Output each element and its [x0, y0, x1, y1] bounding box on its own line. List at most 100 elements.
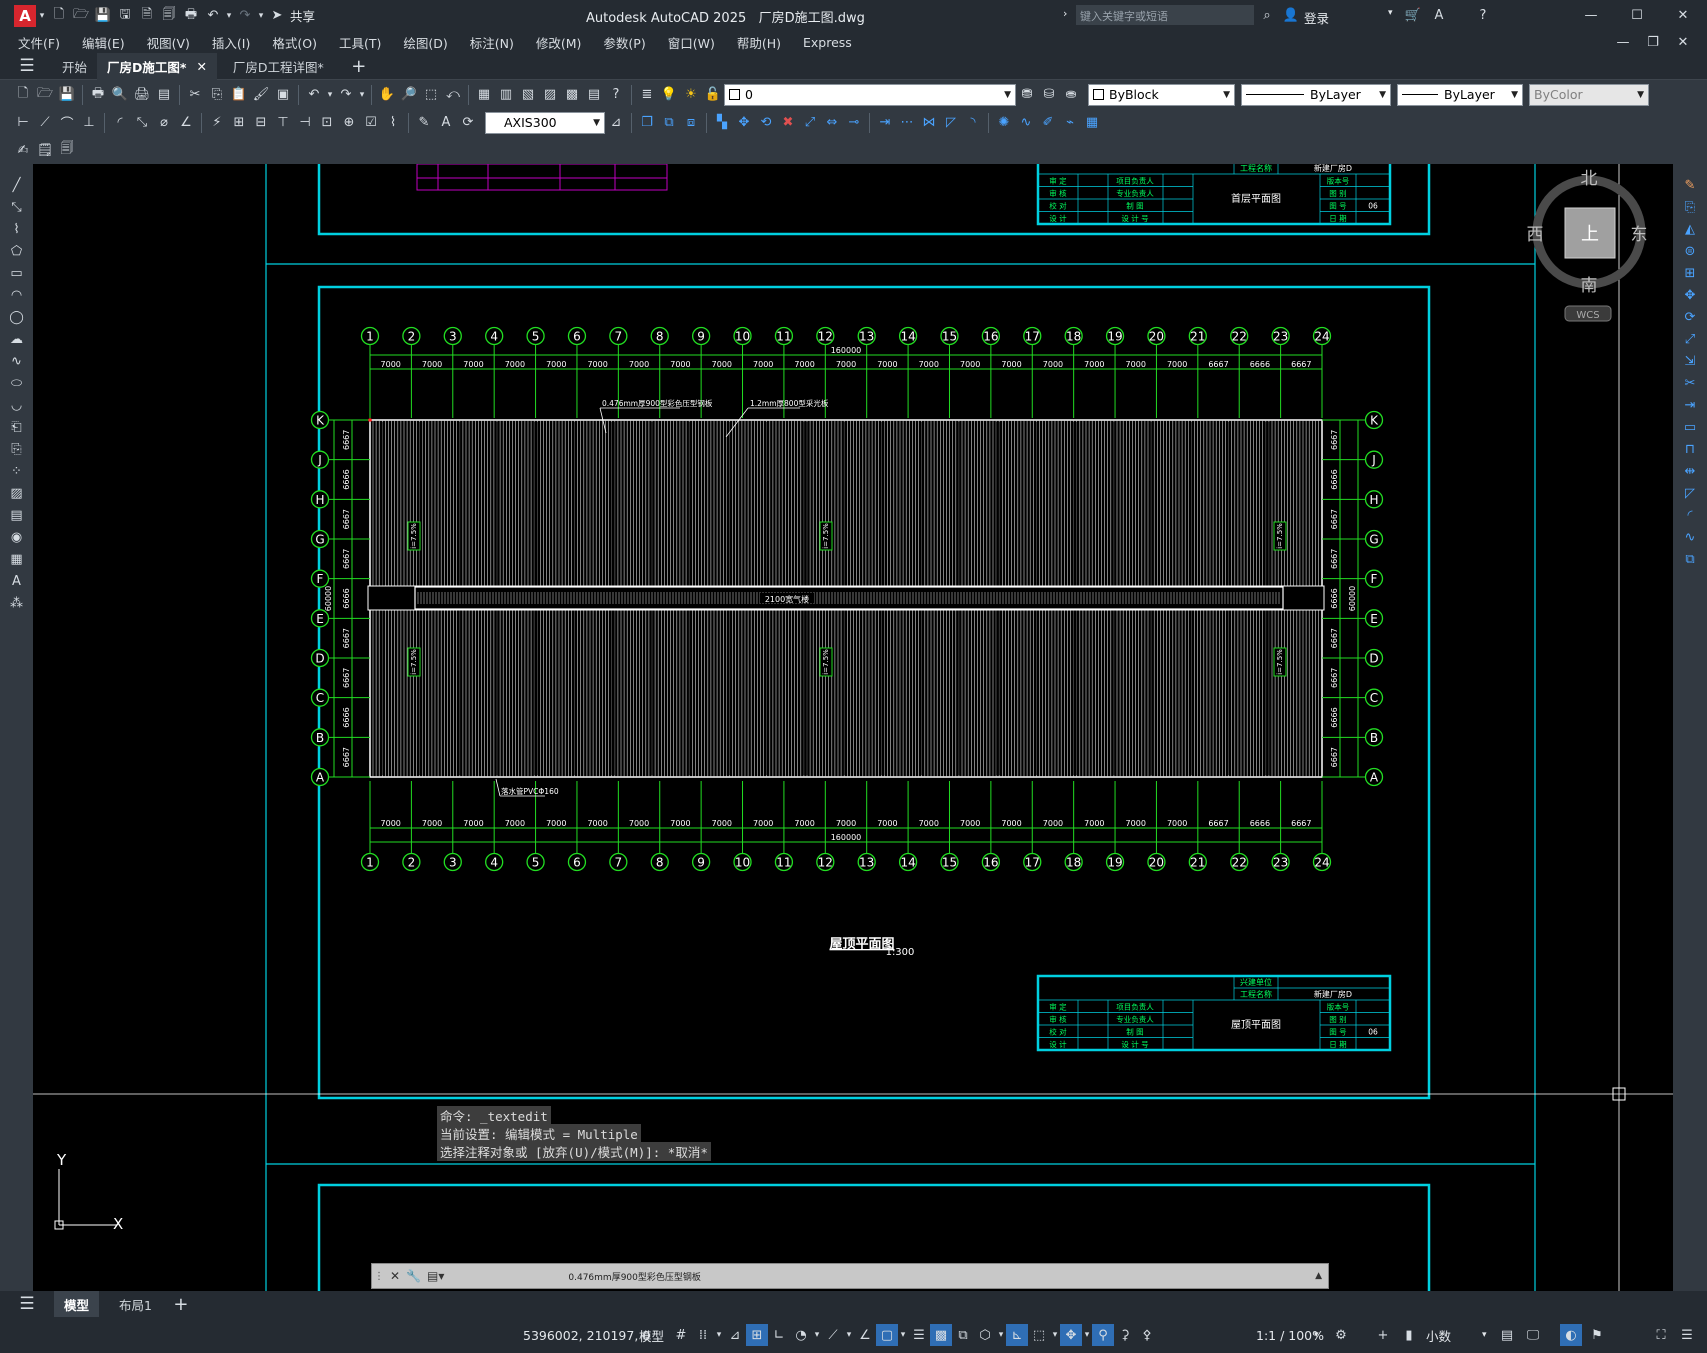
copy-icon[interactable]: ⎘	[1679, 196, 1701, 218]
dimstyle-dropdown[interactable]: AXIS300 ▼	[485, 111, 605, 134]
design-center-icon[interactable]: ▥	[495, 84, 517, 106]
open-folder-icon[interactable]: 🗁	[70, 5, 92, 27]
grip-icon[interactable]: ⋮	[374, 1271, 384, 1282]
array-icon[interactable]: ⊞	[1679, 262, 1701, 284]
customize-icon[interactable]: 🔧	[406, 1269, 421, 1283]
mtext-icon[interactable]: A	[6, 570, 28, 592]
coordinates-readout[interactable]: 5396002, 210197, 0	[523, 1328, 650, 1343]
pan-icon[interactable]: ✋	[376, 84, 398, 106]
dim-edit-icon[interactable]: ✎	[413, 112, 435, 134]
arc-icon[interactable]: ◠	[6, 284, 28, 306]
dynamic-ucs-icon[interactable]: ⊾	[1006, 1324, 1028, 1346]
ellipse-arc-icon[interactable]: ◡	[6, 394, 28, 416]
join-icon[interactable]: ⋈	[918, 112, 940, 134]
fillet-icon[interactable]: ◝	[962, 112, 984, 134]
chevron-down-icon[interactable]: ▾	[36, 5, 48, 27]
doc-close-icon[interactable]: ✕	[1672, 31, 1694, 53]
break-icon[interactable]: ⊓	[1679, 438, 1701, 460]
customization-icon[interactable]: ☰	[1676, 1324, 1698, 1346]
save-icon[interactable]: 💾	[92, 5, 114, 27]
dim-text-edit-icon[interactable]: A	[435, 112, 457, 134]
copy-icon[interactable]: ⎘	[206, 84, 228, 106]
chamfer-icon[interactable]: ◸	[940, 112, 962, 134]
menu-dimension[interactable]: 标注(N)	[459, 33, 525, 52]
spline-icon[interactable]: ∿	[6, 350, 28, 372]
app-logo[interactable]: A	[14, 4, 36, 27]
scale-icon[interactable]: ⤢	[1679, 328, 1701, 350]
hatch-edit-icon[interactable]: ▦	[1081, 112, 1103, 134]
search-icon[interactable]: ⌕	[1256, 4, 1278, 26]
command-line[interactable]: ⋮ ✕ 🔧 ▤▾ 0.476mm厚900型彩色压型钢板 ▲	[371, 1263, 1329, 1289]
rectangle-icon[interactable]: ▭	[6, 262, 28, 284]
plot-icon[interactable]: 🖶	[87, 84, 109, 106]
doc-minimize-icon[interactable]: —	[1612, 31, 1634, 53]
new-file-icon[interactable]: 🗋	[48, 5, 70, 27]
copy-obj-icon[interactable]: ❐	[636, 112, 658, 134]
menu-hamburger-icon[interactable]: ☰	[16, 1293, 38, 1315]
lineweight-dropdown[interactable]: ByLayer ▼	[1397, 83, 1523, 106]
quick-properties-icon[interactable]: ▤	[1496, 1324, 1518, 1346]
polyline-icon[interactable]: ⌇	[6, 218, 28, 240]
close-icon[interactable]: ✕	[1672, 4, 1694, 26]
plotstyle-dropdown[interactable]: ByColor ▼	[1529, 83, 1649, 106]
construction-line-icon[interactable]: ⤡	[6, 196, 28, 218]
add-layout-icon[interactable]: +	[170, 1293, 192, 1315]
layer-previous-icon[interactable]: ⛁	[1038, 84, 1060, 106]
menu-hamburger-icon[interactable]: ☰	[16, 55, 38, 77]
model-space-button[interactable]: 模型	[639, 1326, 664, 1345]
chevron-down-icon[interactable]: ▾	[812, 1324, 822, 1346]
units-icon[interactable]: ▮	[1398, 1324, 1420, 1346]
publish-icon[interactable]: 🖨	[131, 84, 153, 106]
chevron-down-icon[interactable]: ▾	[1082, 1324, 1092, 1346]
dwf-icon[interactable]: ▤	[153, 84, 175, 106]
drawing-canvas[interactable]: 兴建单位工程名称新建厂房D审 定项目负责人版本号审 核专业负责人图 别校 对制 …	[33, 164, 1673, 1291]
dim-linear-icon[interactable]: ⊢	[12, 112, 34, 134]
dim-diameter-icon[interactable]: ⌀	[153, 112, 175, 134]
qnew-icon[interactable]: 🗋	[12, 84, 34, 106]
menu-format[interactable]: 格式(O)	[261, 33, 328, 52]
publish-icon[interactable]: 🗎	[136, 5, 158, 27]
offset-icon[interactable]: ⊜	[1679, 240, 1701, 262]
chevron-down-icon[interactable]: ▾	[256, 5, 266, 27]
fillet-icon[interactable]: ◜	[1679, 504, 1701, 526]
make-current-icon[interactable]: ⛃	[1016, 84, 1038, 106]
selection-filter-icon[interactable]: ⬚	[1028, 1324, 1050, 1346]
lineweight-icon[interactable]: ☰	[908, 1324, 930, 1346]
move-icon[interactable]: ✥	[733, 112, 755, 134]
undo-icon[interactable]: ↶	[202, 5, 224, 27]
chevron-down-icon[interactable]: ▾	[224, 5, 234, 27]
command-prompt-icon[interactable]: ▤▾	[427, 1269, 444, 1283]
auto-scale-icon[interactable]: ⚳	[1114, 1324, 1136, 1346]
blend-icon[interactable]: ∿	[1679, 526, 1701, 548]
maximize-icon[interactable]: ☐	[1626, 4, 1648, 26]
close-command-icon[interactable]: ✕	[390, 1269, 400, 1283]
chevron-down-icon[interactable]: ▾	[1388, 8, 1393, 18]
dim-style-icon[interactable]: ⊿	[605, 112, 627, 134]
pedit-icon[interactable]: ✐	[1037, 112, 1059, 134]
mirror-icon[interactable]: ⧉	[658, 112, 680, 134]
snap-icon[interactable]: ⁞⁞	[692, 1324, 714, 1346]
doc-restore-icon[interactable]: ❐	[1642, 31, 1664, 53]
gradient-icon[interactable]: ▤	[6, 504, 28, 526]
menu-draw[interactable]: 绘图(D)	[392, 33, 458, 52]
polygon-icon[interactable]: ⬠	[6, 240, 28, 262]
add-selected-icon[interactable]: ⁂	[6, 592, 28, 614]
rotate-icon[interactable]: ⟳	[1679, 306, 1701, 328]
annotation-monitor-icon[interactable]: +	[1372, 1324, 1394, 1346]
properties-icon[interactable]: ▦	[473, 84, 495, 106]
tab-drawing-main[interactable]: 厂房D施工图* ✕	[97, 52, 217, 80]
chevron-down-icon[interactable]: ▾	[1482, 1330, 1487, 1340]
zoom-realtime-icon[interactable]: 🔎	[398, 84, 420, 106]
3d-osnap-icon[interactable]: ⬡	[974, 1324, 996, 1346]
osnap-tracking-icon[interactable]: ∠	[854, 1324, 876, 1346]
dim-aligned-icon[interactable]: ⟋	[34, 112, 56, 134]
redo-icon[interactable]: ↷	[335, 84, 357, 106]
dim-angular-icon[interactable]: ∠	[175, 112, 197, 134]
menu-tools[interactable]: 工具(T)	[328, 33, 392, 52]
print-icon[interactable]: 🖶	[180, 5, 202, 27]
grid-icon[interactable]: #	[670, 1324, 692, 1346]
infer-constraints-icon[interactable]: ⊿	[724, 1324, 746, 1346]
save-as-icon[interactable]: 🖫	[114, 5, 136, 27]
preview-icon[interactable]: 🔍	[109, 84, 131, 106]
zoom-window-icon[interactable]: ⬚	[420, 84, 442, 106]
